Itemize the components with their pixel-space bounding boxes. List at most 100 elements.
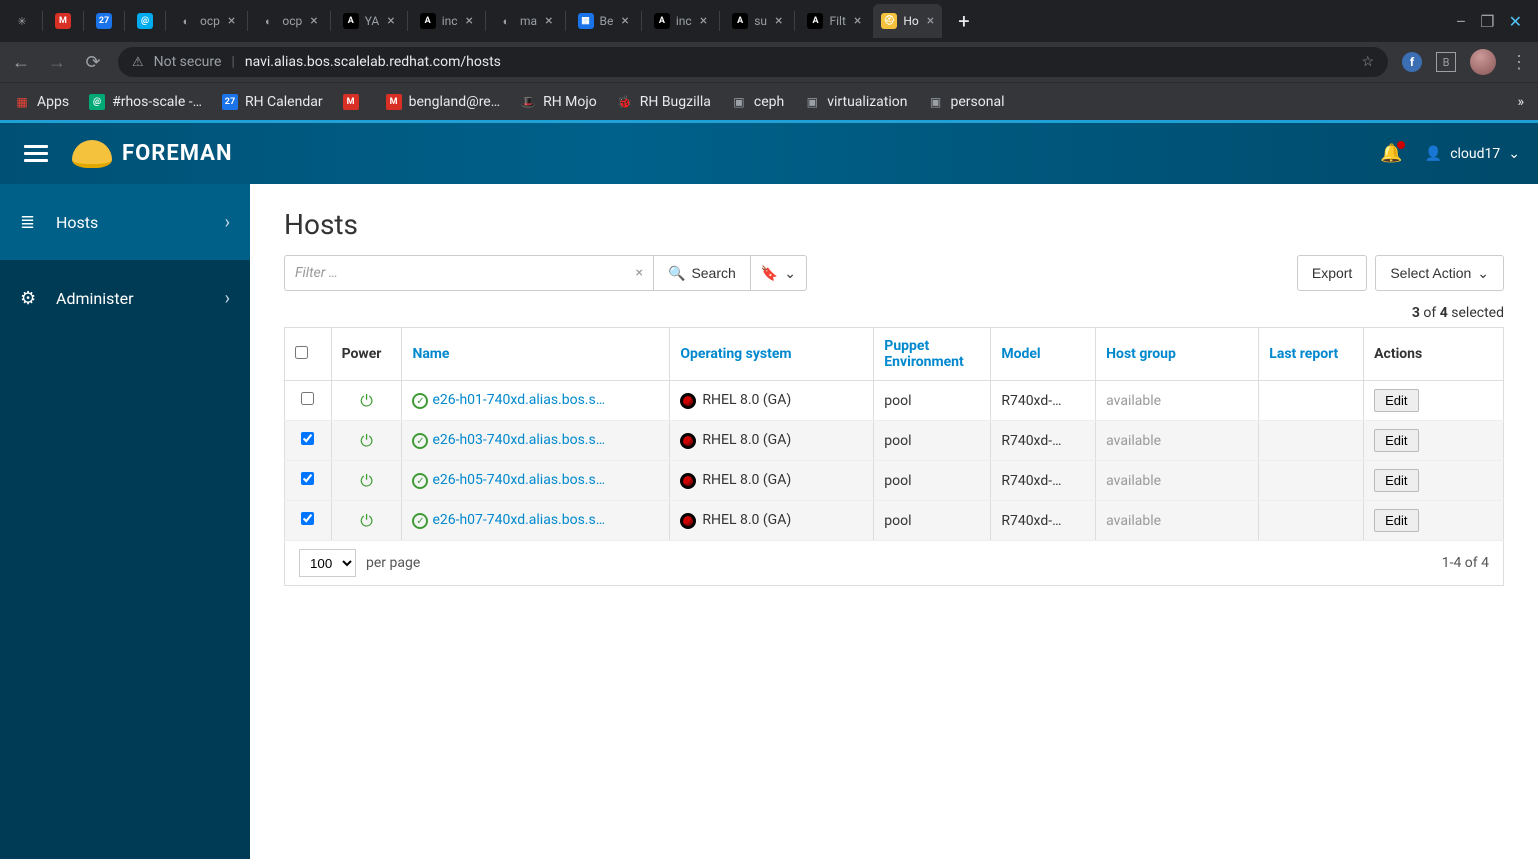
- close-tab-icon[interactable]: ×: [700, 13, 707, 29]
- edit-button[interactable]: Edit: [1374, 429, 1418, 452]
- close-tab-icon[interactable]: ×: [310, 13, 317, 29]
- minimize-button[interactable]: –: [1456, 12, 1467, 31]
- browser-tab[interactable]: Ainc×: [646, 4, 715, 38]
- clear-filter-icon[interactable]: ×: [636, 265, 643, 281]
- star-icon[interactable]: ☆: [1361, 54, 1374, 70]
- not-secure-label: Not secure: [154, 54, 222, 70]
- select-action-dropdown[interactable]: Select Action ⌄: [1375, 255, 1504, 291]
- window-controls: –❐ ✕: [1456, 12, 1532, 31]
- bookmark-item[interactable]: ▣virtualization: [804, 94, 907, 110]
- browser-tab[interactable]: ▦Be×: [570, 4, 637, 38]
- maximize-button[interactable]: ❐: [1480, 12, 1494, 31]
- close-tab-icon[interactable]: ×: [228, 13, 235, 29]
- bookmark-icon: ▦: [14, 94, 30, 110]
- col-os-sort[interactable]: Operating system: [680, 346, 791, 362]
- bookmark-item[interactable]: ▦Apps: [14, 94, 69, 110]
- close-window-button[interactable]: ✕: [1509, 12, 1522, 31]
- bookmarks-overflow-icon[interactable]: »: [1517, 94, 1524, 110]
- filter-input[interactable]: Filter … ×: [284, 255, 654, 291]
- not-secure-icon: ⚠: [132, 55, 144, 70]
- browser-tab[interactable]: ⛑Ho×: [873, 4, 942, 38]
- profile-avatar[interactable]: [1470, 49, 1496, 75]
- per-page-select[interactable]: 100: [299, 549, 356, 577]
- app-logo[interactable]: FOREMAN: [72, 140, 232, 168]
- col-model-sort[interactable]: Model: [1001, 346, 1040, 362]
- close-tab-icon[interactable]: ×: [621, 13, 628, 29]
- nav-toggle-button[interactable]: [18, 139, 54, 168]
- user-menu[interactable]: 👤 cloud17 ⌄: [1425, 146, 1520, 162]
- host-link[interactable]: e26-h03-740xd.alias.bos.s…: [432, 432, 605, 448]
- model-cell: R740xd-…: [991, 381, 1096, 421]
- browser-tab[interactable]: 27: [88, 4, 120, 38]
- host-link[interactable]: e26-h01-740xd.alias.bos.s…: [432, 392, 605, 408]
- sidebar-item-administer[interactable]: ⚙Administer›: [0, 260, 250, 336]
- select-all-checkbox[interactable]: [295, 346, 308, 359]
- user-name: cloud17: [1450, 146, 1500, 162]
- row-checkbox[interactable]: [301, 432, 314, 445]
- browser-tab[interactable]: Asu×: [724, 4, 790, 38]
- status-ok-icon: ✓: [412, 433, 428, 449]
- extension-fedora-icon[interactable]: f: [1402, 52, 1422, 72]
- bookmark-item[interactable]: 🎩RH Mojo: [520, 94, 597, 110]
- close-tab-icon[interactable]: ×: [927, 13, 934, 29]
- sidebar-item-hosts[interactable]: ≣Hosts›: [0, 184, 250, 260]
- search-icon: 🔍: [668, 265, 685, 282]
- browser-tab[interactable]: Ainc×: [412, 4, 481, 38]
- host-link[interactable]: e26-h05-740xd.alias.bos.s…: [432, 472, 605, 488]
- browser-tab[interactable]: M: [47, 4, 79, 38]
- close-tab-icon[interactable]: ×: [854, 13, 861, 29]
- back-button[interactable]: ←: [10, 51, 32, 73]
- row-checkbox[interactable]: [301, 392, 314, 405]
- bookmark-item[interactable]: @#rhos-scale -…: [89, 94, 202, 110]
- browser-tab[interactable]: @: [129, 4, 161, 38]
- edit-button[interactable]: Edit: [1374, 509, 1418, 532]
- os-text: RHEL 8.0 (GA): [702, 512, 791, 528]
- env-cell: pool: [874, 421, 991, 461]
- edit-button[interactable]: Edit: [1374, 389, 1418, 412]
- notifications-icon[interactable]: 🔔: [1380, 143, 1402, 164]
- search-button[interactable]: 🔍 Search: [654, 255, 751, 291]
- edit-button[interactable]: Edit: [1374, 469, 1418, 492]
- close-tab-icon[interactable]: ×: [466, 13, 473, 29]
- col-lastreport-sort[interactable]: Last report: [1269, 346, 1338, 362]
- browser-tab[interactable]: ◐ma×: [490, 4, 561, 38]
- bookmark-item[interactable]: ▣ceph: [731, 94, 784, 110]
- browser-tab[interactable]: AYA×: [335, 4, 403, 38]
- close-tab-icon[interactable]: ×: [545, 13, 552, 29]
- browser-tab[interactable]: AFilt×: [799, 4, 869, 38]
- new-tab-button[interactable]: +: [946, 9, 981, 33]
- power-icon[interactable]: ⏻: [360, 431, 373, 450]
- server-icon: ≣: [20, 212, 42, 233]
- bookmark-item[interactable]: M: [343, 94, 366, 110]
- col-name-sort[interactable]: Name: [412, 346, 449, 362]
- row-checkbox[interactable]: [301, 472, 314, 485]
- close-tab-icon[interactable]: ×: [775, 13, 782, 29]
- browser-tab[interactable]: ◐ocp×: [170, 4, 243, 38]
- chevron-down-icon: ⌄: [1477, 265, 1489, 282]
- row-checkbox[interactable]: [301, 512, 314, 525]
- bookmark-item[interactable]: Mbengland@re…: [386, 94, 501, 110]
- export-button[interactable]: Export: [1297, 255, 1367, 291]
- chrome-menu-icon[interactable]: ⋮: [1510, 52, 1528, 73]
- saved-search-dropdown[interactable]: 🔖 ⌄: [751, 255, 807, 291]
- bookmark-item[interactable]: ▣personal: [928, 94, 1005, 110]
- model-cell: R740xd-…: [991, 421, 1096, 461]
- browser-tab[interactable]: ✳: [6, 4, 38, 38]
- host-link[interactable]: e26-h07-740xd.alias.bos.s…: [432, 512, 605, 528]
- close-tab-icon[interactable]: ×: [387, 13, 394, 29]
- power-icon[interactable]: ⏻: [360, 511, 373, 530]
- bookmark-item[interactable]: 🐞RH Bugzilla: [617, 94, 711, 110]
- per-page-label: per page: [366, 555, 420, 571]
- extension-box-icon[interactable]: B: [1436, 52, 1456, 72]
- power-icon[interactable]: ⏻: [360, 471, 373, 490]
- reload-button[interactable]: ⟳: [82, 51, 104, 73]
- col-hostgroup-sort[interactable]: Host group: [1106, 346, 1176, 362]
- col-env-sort[interactable]: Puppet Environment: [884, 338, 963, 370]
- bookmark-icon: M: [386, 94, 402, 110]
- browser-tab[interactable]: ◐ocp×: [252, 4, 325, 38]
- tab-favicon: @: [137, 13, 153, 29]
- power-icon[interactable]: ⏻: [360, 391, 373, 410]
- forward-button[interactable]: →: [46, 51, 68, 73]
- bookmark-item[interactable]: 27RH Calendar: [222, 94, 323, 110]
- omnibox[interactable]: ⚠ Not secure | navi.alias.bos.scalelab.r…: [118, 47, 1388, 77]
